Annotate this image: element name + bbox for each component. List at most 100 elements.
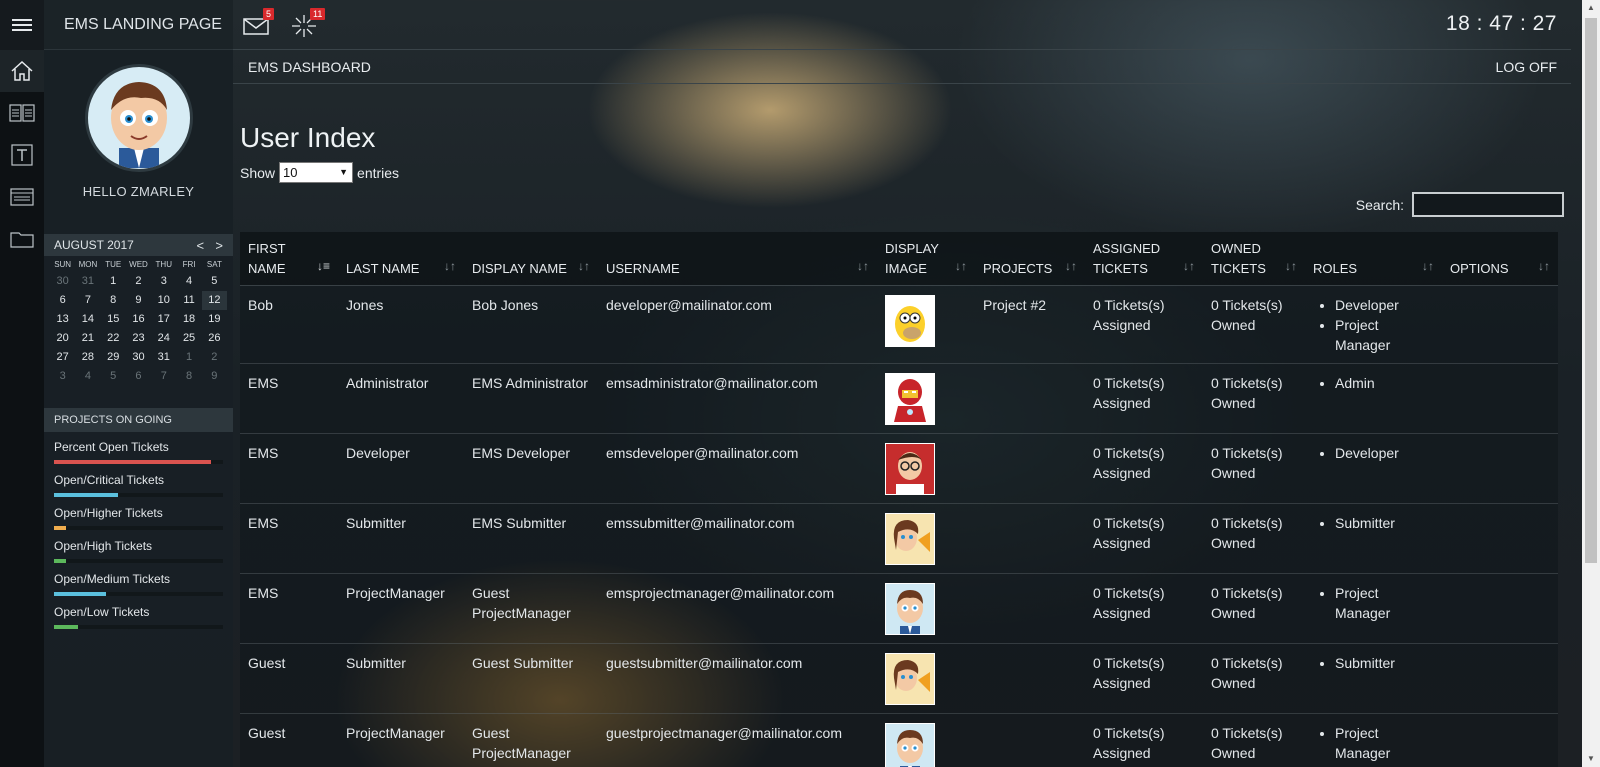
calendar-day[interactable]: 22 xyxy=(101,329,126,348)
calendar-day[interactable]: 6 xyxy=(126,367,151,386)
user-avatar-image[interactable] xyxy=(885,653,935,705)
calendar-day[interactable]: 4 xyxy=(75,367,100,386)
calendar-day[interactable]: 3 xyxy=(151,272,176,291)
text-icon[interactable] xyxy=(0,134,44,176)
calendar-day[interactable]: 27 xyxy=(50,348,75,367)
column-header[interactable]: ROLES ↓↑ xyxy=(1305,232,1442,286)
calendar-next-button[interactable]: > xyxy=(215,238,223,253)
list-icon[interactable] xyxy=(0,176,44,218)
mail-icon[interactable]: 5 xyxy=(243,8,275,36)
calendar-day[interactable]: 29 xyxy=(101,348,126,367)
user-avatar-image[interactable] xyxy=(885,373,935,425)
sort-icon[interactable]: ↓↑ xyxy=(1538,256,1550,276)
calendar-day[interactable]: 23 xyxy=(126,329,151,348)
sort-icon[interactable]: ↓↑ xyxy=(1183,256,1195,276)
sort-icon[interactable]: ↓↑ xyxy=(444,256,456,276)
table-row[interactable]: EMS ProjectManager Guest ProjectManager ems… xyxy=(240,573,1558,644)
sort-icon[interactable]: ↓↑ xyxy=(955,256,967,276)
cell-roles: Developer xyxy=(1305,434,1442,504)
calendar-day[interactable]: 31 xyxy=(75,272,100,291)
calendar-prev-button[interactable]: < xyxy=(196,238,204,253)
column-header[interactable]: OPTIONS ↓↑ xyxy=(1442,232,1558,286)
user-avatar-image[interactable] xyxy=(885,583,935,635)
calendar-day[interactable]: 18 xyxy=(176,310,201,329)
calendar-day[interactable]: 7 xyxy=(151,367,176,386)
calendar-day[interactable]: 8 xyxy=(176,367,201,386)
sort-icon[interactable]: ↓↑ xyxy=(1285,256,1297,276)
column-header[interactable]: USERNAME ↓↑ xyxy=(598,232,877,286)
table-row[interactable]: Bob Jones Bob Jones developer@mailinator.co… xyxy=(240,285,1558,364)
project-progress-item: Open/Medium Tickets xyxy=(44,564,233,597)
column-header[interactable]: LAST NAME ↓↑ xyxy=(338,232,464,286)
calendar-day[interactable]: 1 xyxy=(101,272,126,291)
user-avatar-image[interactable] xyxy=(885,295,935,347)
calendar-day[interactable]: 30 xyxy=(50,272,75,291)
calendar-day[interactable]: 5 xyxy=(202,272,227,291)
sort-icon[interactable]: ↓↑ xyxy=(1065,256,1077,276)
calendar-day[interactable]: 19 xyxy=(202,310,227,329)
logoff-link[interactable]: LOG OFF xyxy=(1496,59,1557,75)
calendar-day[interactable]: 7 xyxy=(75,291,100,310)
calendar-day[interactable]: 26 xyxy=(202,329,227,348)
calendar-day[interactable]: 20 xyxy=(50,329,75,348)
calendar-day[interactable]: 11 xyxy=(176,291,201,310)
sort-icon[interactable]: ↓≡ xyxy=(317,256,330,276)
column-header[interactable]: DISPLAY IMAGE ↓↑ xyxy=(877,232,975,286)
user-avatar-image[interactable] xyxy=(885,443,935,495)
page-scrollbar[interactable]: ▲ ▼ xyxy=(1582,0,1600,767)
avatar[interactable] xyxy=(84,64,193,172)
calendar-day[interactable]: 16 xyxy=(126,310,151,329)
calendar-day[interactable]: 31 xyxy=(151,348,176,367)
column-header[interactable]: DISPLAY NAME ↓↑ xyxy=(464,232,598,286)
calendar-day[interactable]: 14 xyxy=(75,310,100,329)
calendar-day[interactable]: 4 xyxy=(176,272,201,291)
calendar-day[interactable]: 21 xyxy=(75,329,100,348)
hamburger-menu-icon[interactable] xyxy=(0,0,44,50)
home-icon[interactable] xyxy=(0,50,44,92)
calendar-day[interactable]: 9 xyxy=(126,291,151,310)
table-row[interactable]: EMS Administrator EMS Administrator emsadmi… xyxy=(240,363,1558,434)
column-header[interactable]: OWNED TICKETS ↓↑ xyxy=(1203,232,1305,286)
column-header[interactable]: PROJECTS ↓↑ xyxy=(975,232,1085,286)
user-avatar-image[interactable] xyxy=(885,723,935,767)
cell-display-name: Guest ProjectManager xyxy=(472,725,571,761)
calendar-day[interactable]: 2 xyxy=(202,348,227,367)
calendar-day[interactable]: 2 xyxy=(126,272,151,291)
sort-icon[interactable]: ↓↑ xyxy=(1422,256,1434,276)
table-row[interactable]: Guest ProjectManager Guest ProjectManager g… xyxy=(240,713,1558,767)
sort-icon[interactable]: ↓↑ xyxy=(578,256,590,276)
search-input[interactable] xyxy=(1412,192,1564,217)
column-header[interactable]: ASSIGNED TICKETS ↓↑ xyxy=(1085,232,1203,286)
column-header[interactable]: FIRST NAME ↓≡ xyxy=(240,232,338,286)
table-row[interactable]: EMS Submitter EMS Submitter emssubmitter@ma… xyxy=(240,503,1558,574)
page-section-title[interactable]: EMS DASHBOARD xyxy=(248,59,371,75)
calendar-day[interactable]: 28 xyxy=(75,348,100,367)
calendar-day[interactable]: 24 xyxy=(151,329,176,348)
calendar-day[interactable]: 5 xyxy=(101,367,126,386)
brand-title[interactable]: EMS LANDING PAGE xyxy=(44,0,233,50)
roles-list: Project Manager xyxy=(1313,583,1434,623)
calendar-day[interactable]: 13 xyxy=(50,310,75,329)
user-avatar-image[interactable] xyxy=(885,513,935,565)
calendar-day[interactable]: 30 xyxy=(126,348,151,367)
calendar-day[interactable]: 10 xyxy=(151,291,176,310)
tickets-icon[interactable]: 11 xyxy=(291,8,326,37)
folder-icon[interactable] xyxy=(0,218,44,260)
calendar-day[interactable]: 6 xyxy=(50,291,75,310)
book-icon[interactable] xyxy=(0,92,44,134)
calendar-day[interactable]: 12 xyxy=(201,291,227,310)
calendar-day[interactable]: 17 xyxy=(151,310,176,329)
scrollbar-thumb[interactable] xyxy=(1585,18,1597,563)
scroll-down-icon[interactable]: ▼ xyxy=(1582,751,1600,767)
calendar-day[interactable]: 3 xyxy=(50,367,75,386)
calendar-day[interactable]: 8 xyxy=(101,291,126,310)
sort-icon[interactable]: ↓↑ xyxy=(857,256,869,276)
calendar-day[interactable]: 15 xyxy=(101,310,126,329)
scroll-up-icon[interactable]: ▲ xyxy=(1582,0,1600,16)
calendar-day[interactable]: 9 xyxy=(202,367,227,386)
calendar-day[interactable]: 1 xyxy=(176,348,201,367)
table-row[interactable]: Guest Submitter Guest Submitter guestsubmit… xyxy=(240,643,1558,714)
entries-select[interactable]: 10 ▼ xyxy=(279,162,354,183)
table-row[interactable]: EMS Developer EMS Developer emsdeveloper@ma… xyxy=(240,433,1558,504)
calendar-day[interactable]: 25 xyxy=(176,329,201,348)
